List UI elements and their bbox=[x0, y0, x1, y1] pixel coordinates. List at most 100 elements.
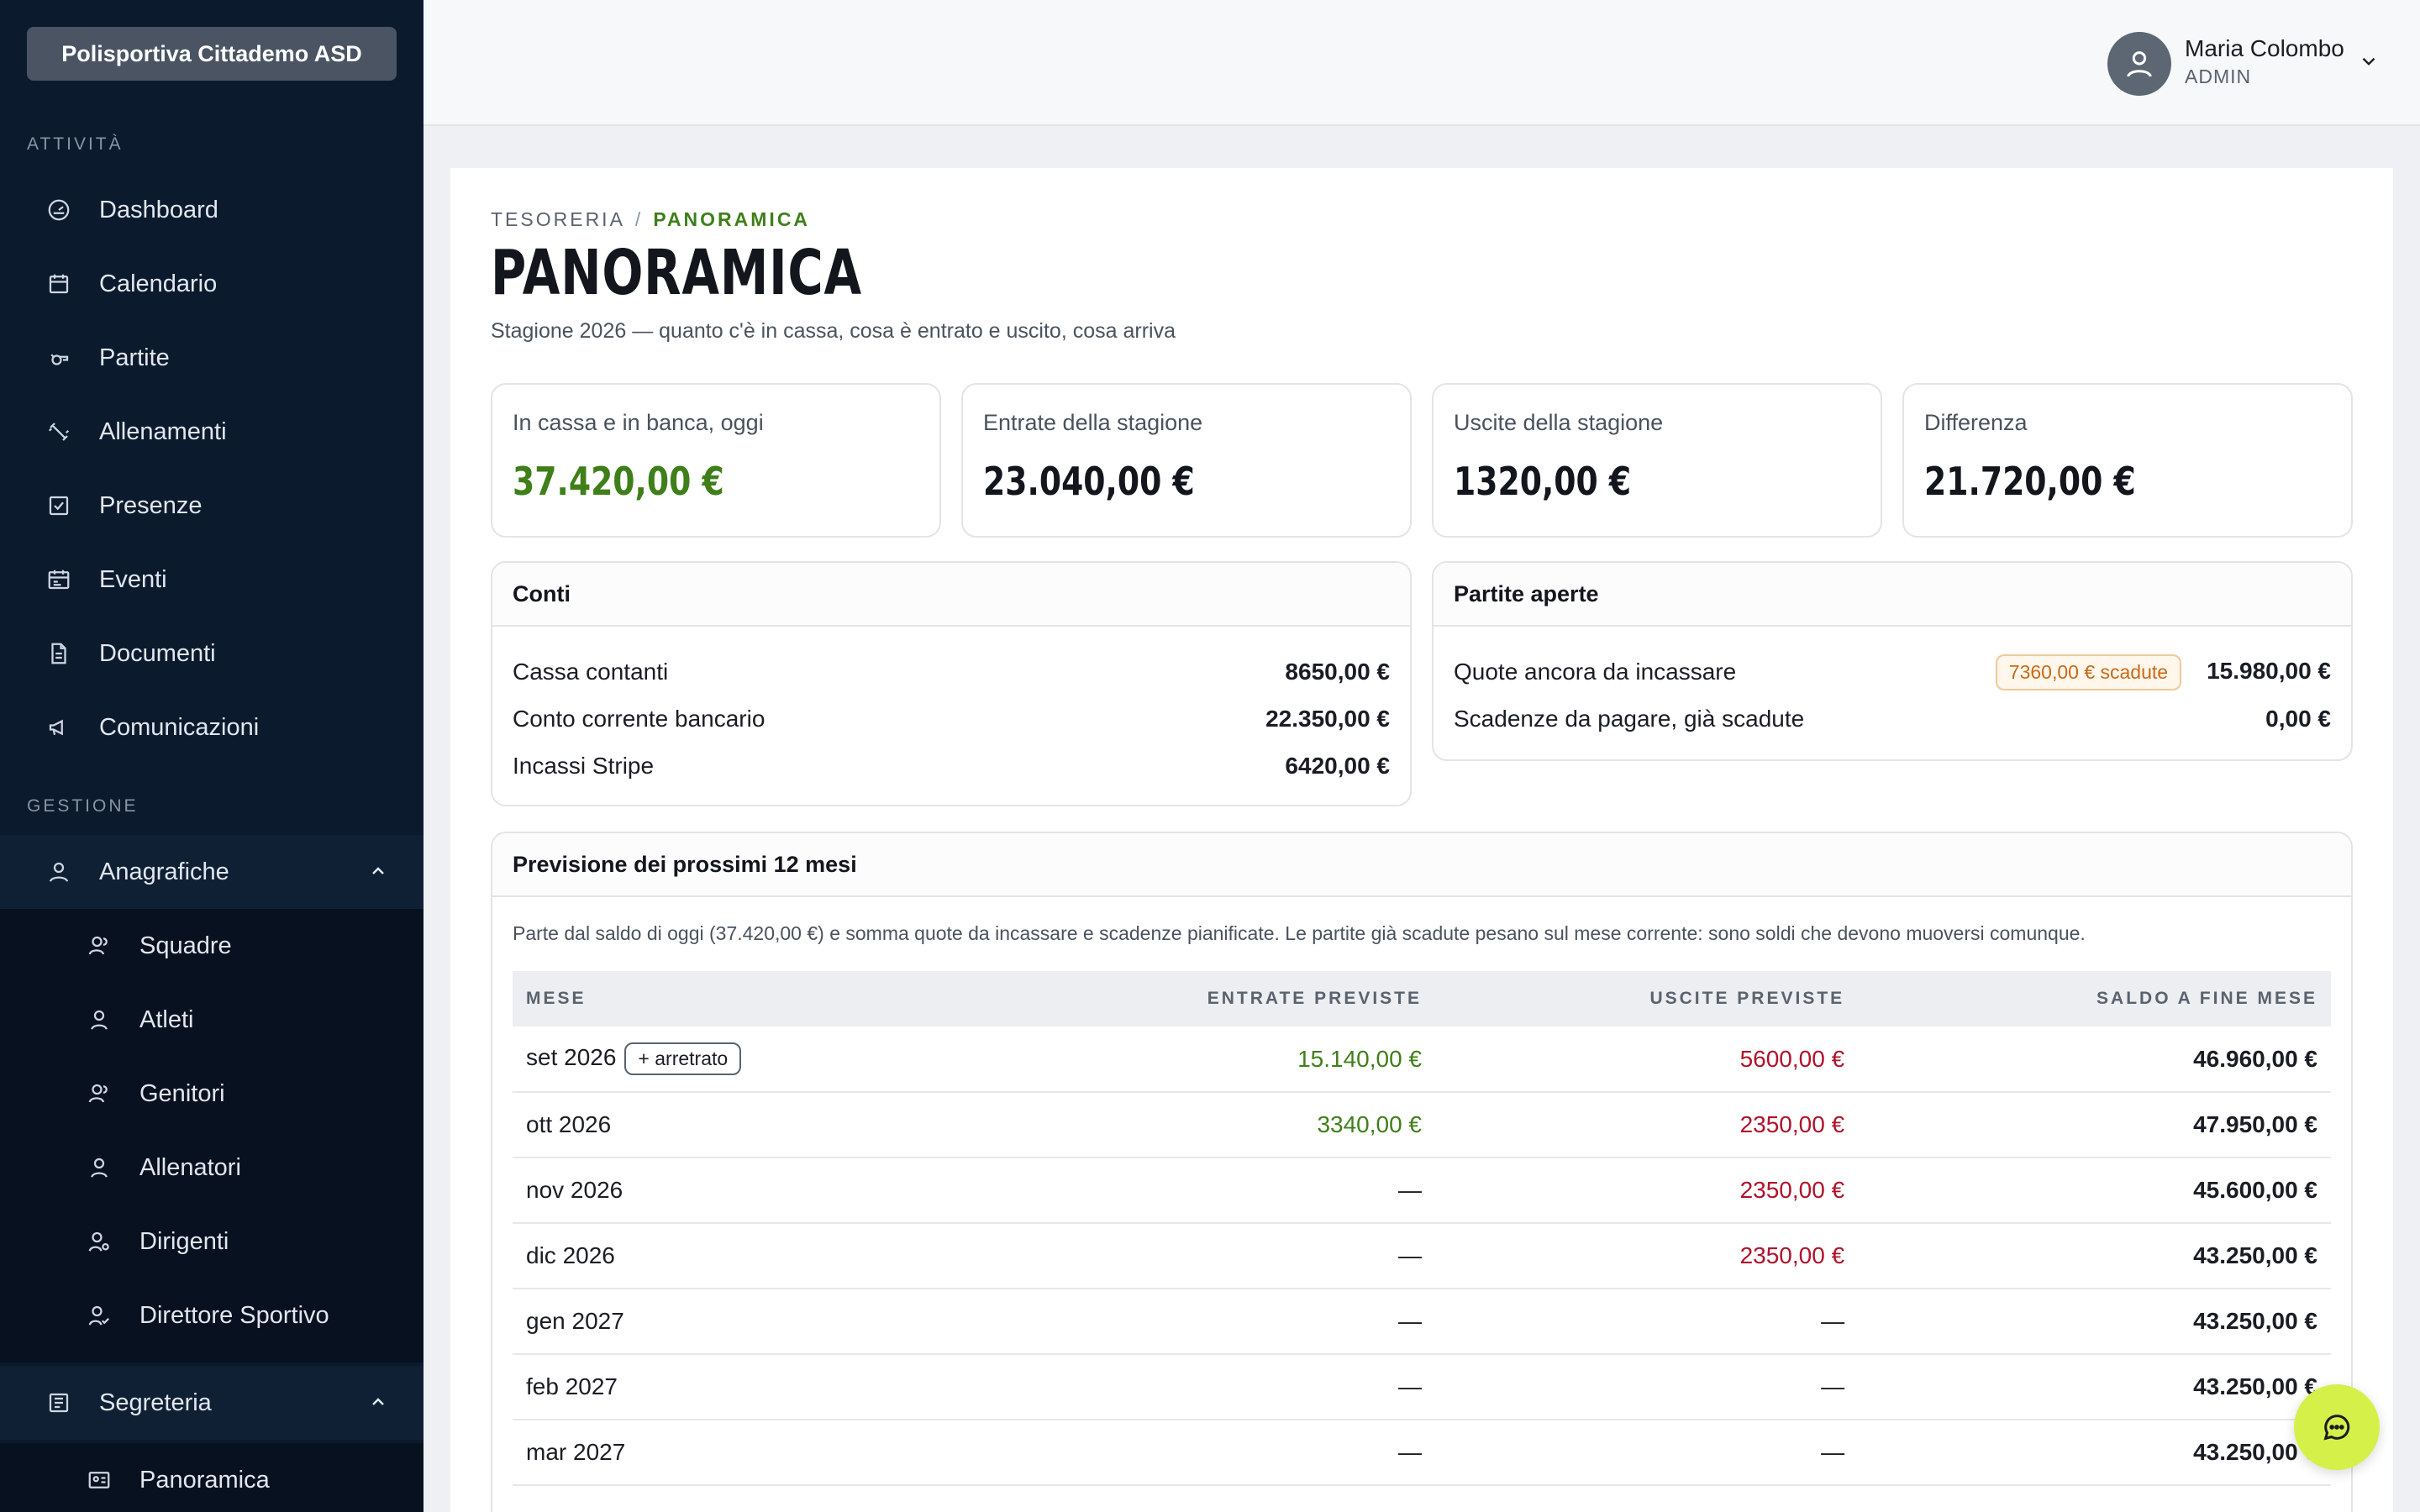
sidebar-item-label: Documenti bbox=[99, 639, 216, 667]
chevron-down-icon[interactable] bbox=[2358, 50, 2380, 76]
megaphone-icon bbox=[45, 714, 72, 741]
open-item-amount: 0,00 € bbox=[2265, 706, 2331, 732]
stat-label: Uscite della stagione bbox=[1454, 410, 1664, 435]
newspaper-icon bbox=[45, 1389, 72, 1416]
balance-cell: 45.600,00 € bbox=[1858, 1158, 2331, 1224]
user-check-icon bbox=[86, 1302, 113, 1329]
account-amount: 8650,00 € bbox=[1285, 659, 1390, 685]
column-header: MESE bbox=[513, 971, 975, 1026]
stat-card-cash: In cassa e in banca, oggi 37.420,00 € bbox=[491, 383, 941, 538]
arrears-tag[interactable]: + arretrato bbox=[624, 1042, 742, 1075]
users-icon bbox=[86, 932, 113, 959]
sidebar-group-anagrafiche[interactable]: Anagrafiche bbox=[0, 835, 424, 909]
sidebar-item-presenze[interactable]: Presenze bbox=[0, 469, 424, 543]
forecast-note: Parte dal saldo di oggi (37.420,00 €) e … bbox=[513, 922, 2086, 944]
gauge-icon bbox=[45, 197, 72, 223]
sidebar-item-label: Genitori bbox=[139, 1079, 225, 1107]
stat-label: Differenza bbox=[1924, 410, 2028, 435]
sidebar-item-eventi[interactable]: Eventi bbox=[0, 543, 424, 617]
sidebar-item-genitori[interactable]: Genitori bbox=[0, 1057, 424, 1131]
income-cell: — bbox=[974, 1420, 1436, 1486]
table-row: gen 2027 — — 43.250,00 € bbox=[513, 1289, 2331, 1355]
users-icon bbox=[86, 1080, 113, 1107]
income-cell: 3340,00 € bbox=[974, 1092, 1436, 1158]
accounts-panel: Conti Cassa contanti 8650,00 € Conto cor… bbox=[491, 561, 1412, 806]
sidebar-group-segreteria[interactable]: Segreteria bbox=[0, 1366, 424, 1440]
table-row: dic 2026 — 2350,00 € 43.250,00 € bbox=[513, 1223, 2331, 1289]
balance-cell: 46.960,00 € bbox=[1858, 1026, 2331, 1093]
stat-card-difference: Differenza 21.720,00 € bbox=[1902, 383, 2353, 538]
account-row: Cassa contanti 8650,00 € bbox=[513, 648, 1390, 696]
forecast-panel: Previsione dei prossimi 12 mesi Parte da… bbox=[491, 832, 2353, 1512]
org-switcher-button[interactable]: Polisportiva Cittademo ASD bbox=[27, 27, 397, 81]
expense-cell: 5600,00 € bbox=[1435, 1026, 1859, 1093]
sidebar-item-direttore-sportivo[interactable]: Direttore Sportivo bbox=[0, 1278, 424, 1352]
sidebar-item-label: Squadre bbox=[139, 932, 232, 959]
sidebar-item-documenti[interactable]: Documenti bbox=[0, 617, 424, 690]
sidebar-item-panoramica[interactable]: Panoramica bbox=[0, 1443, 424, 1512]
expense-cell: 2350,00 € bbox=[1435, 1223, 1859, 1289]
account-label: Cassa contanti bbox=[513, 659, 669, 685]
open-item-amount: 15.980,00 € bbox=[2207, 657, 2331, 684]
user-name[interactable]: Maria Colombo bbox=[2185, 35, 2344, 62]
balance-cell: 43.250,00 € bbox=[1858, 1420, 2331, 1486]
sidebar-item-dirigenti[interactable]: Dirigenti bbox=[0, 1205, 424, 1278]
section-label-activity: ATTIVITÀ bbox=[27, 134, 124, 154]
breadcrumb-parent[interactable]: TESORERIA bbox=[491, 208, 625, 230]
segreteria-submenu: Panoramica bbox=[0, 1443, 424, 1512]
stat-label: In cassa e in banca, oggi bbox=[513, 410, 764, 435]
sidebar-item-allenatori[interactable]: Allenatori bbox=[0, 1131, 424, 1205]
panel-title: Conti bbox=[492, 563, 1410, 627]
month-cell: nov 2026 bbox=[513, 1158, 975, 1224]
panel-title: Partite aperte bbox=[1434, 563, 2351, 627]
stat-label: Entrate della stagione bbox=[983, 410, 1203, 435]
sidebar-item-atleti[interactable]: Atleti bbox=[0, 983, 424, 1057]
avatar[interactable] bbox=[2107, 32, 2171, 96]
stat-value: 23.040,00 € bbox=[983, 459, 1195, 504]
stat-value: 37.420,00 € bbox=[513, 459, 724, 504]
month-cell: mar 2027 bbox=[513, 1420, 975, 1486]
section-label-management: GESTIONE bbox=[27, 796, 139, 816]
sidebar-item-calendario[interactable]: Calendario bbox=[0, 247, 424, 321]
stat-value: 21.720,00 € bbox=[1924, 459, 2136, 504]
open-item-label: Quote ancora da incassare bbox=[1454, 659, 1737, 685]
user-cog-icon bbox=[86, 1228, 113, 1255]
month-cell: gen 2027 bbox=[513, 1289, 975, 1355]
breadcrumb: TESORERIA / PANORAMICA bbox=[491, 208, 810, 231]
column-header: USCITE PREVISTE bbox=[1435, 971, 1859, 1026]
sidebar-item-label: Atleti bbox=[139, 1005, 194, 1033]
sidebar-item-label: Presenze bbox=[99, 491, 203, 519]
sidebar-item-label: Dashboard bbox=[99, 196, 218, 223]
account-label: Conto corrente bancario bbox=[513, 706, 765, 732]
sidebar-item-label: Direttore Sportivo bbox=[139, 1301, 329, 1329]
income-cell: — bbox=[974, 1223, 1436, 1289]
sidebar-item-dashboard[interactable]: Dashboard bbox=[0, 173, 424, 247]
balance-cell: 43.250,00 € bbox=[1858, 1289, 2331, 1355]
sidebar-item-allenamenti[interactable]: Allenamenti bbox=[0, 395, 424, 469]
expense-cell: 2350,00 € bbox=[1435, 1158, 1859, 1224]
sidebar-item-comunicazioni[interactable]: Comunicazioni bbox=[0, 690, 424, 764]
month-cell: dic 2026 bbox=[513, 1223, 975, 1289]
column-header: SALDO A FINE MESE bbox=[1858, 971, 2331, 1026]
calendar-icon bbox=[45, 270, 72, 297]
dumbbell-icon bbox=[45, 418, 72, 445]
user-icon bbox=[86, 1006, 113, 1033]
sidebar-item-partite[interactable]: Partite bbox=[0, 321, 424, 395]
table-row: feb 2027 — — 43.250,00 € bbox=[513, 1354, 2331, 1420]
open-items-panel: Partite aperte Quote ancora da incassare… bbox=[1432, 561, 2353, 761]
account-row: Incassi Stripe 6420,00 € bbox=[513, 743, 1390, 790]
table-row: nov 2026 — 2350,00 € 45.600,00 € bbox=[513, 1158, 2331, 1224]
sidebar-item-label: Eventi bbox=[99, 565, 167, 593]
open-item-label: Scadenze da pagare, già scadute bbox=[1454, 706, 1805, 732]
month-cell: feb 2027 bbox=[513, 1354, 975, 1420]
sidebar-item-label: Allenamenti bbox=[99, 417, 227, 445]
sidebar-item-squadre[interactable]: Squadre bbox=[0, 909, 424, 983]
expense-cell: 2350,00 € bbox=[1435, 1092, 1859, 1158]
anagrafiche-submenu: Squadre Atleti Genitori Allenatori Dirig… bbox=[0, 909, 424, 1362]
sidebar-item-label: Anagrafiche bbox=[99, 858, 229, 885]
account-amount: 22.350,00 € bbox=[1265, 706, 1390, 732]
user-icon bbox=[86, 1154, 113, 1181]
expense-cell: — bbox=[1435, 1289, 1859, 1355]
expense-cell: — bbox=[1435, 1354, 1859, 1420]
chat-button[interactable] bbox=[2294, 1384, 2380, 1470]
